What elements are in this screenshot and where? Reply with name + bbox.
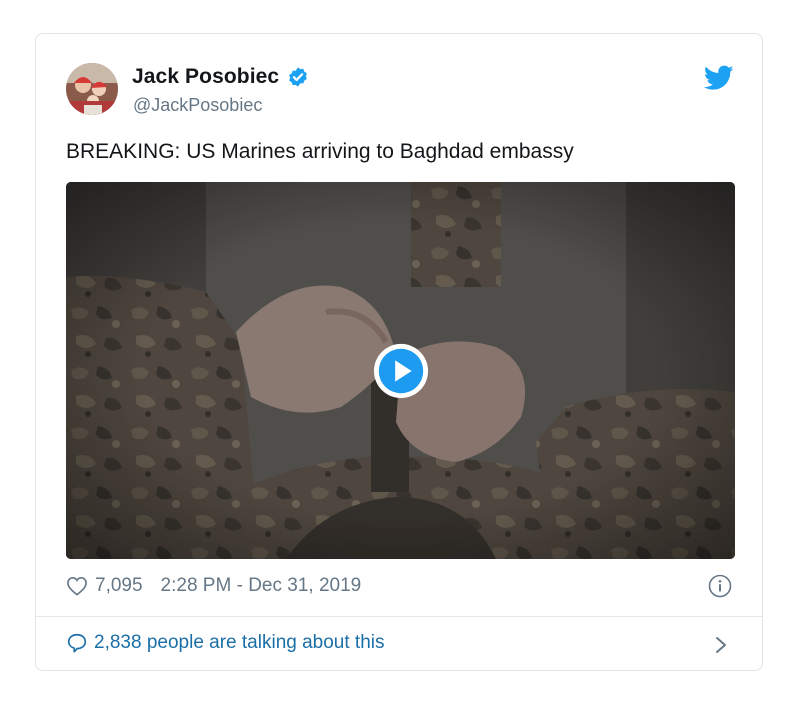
twitter-bird-icon[interactable] <box>704 65 734 91</box>
speech-bubble-icon <box>67 633 87 653</box>
conversation-link[interactable]: 2,838 people are talking about this <box>66 632 385 654</box>
avatar[interactable] <box>66 63 118 115</box>
conversation-label[interactable]: 2,838 people are talking about this <box>94 632 385 654</box>
verified-badge-icon <box>289 67 308 87</box>
author-name[interactable]: Jack Posobiec <box>132 65 279 89</box>
like-count[interactable]: 7,095 <box>95 575 143 597</box>
tweet-timestamp[interactable]: 2:28 PM - Dec 31, 2019 <box>161 575 362 597</box>
info-icon[interactable] <box>708 574 732 598</box>
heart-icon[interactable] <box>66 576 88 596</box>
tweet-text: BREAKING: US Marines arriving to Baghdad… <box>66 140 574 163</box>
video-player[interactable] <box>66 182 735 559</box>
tweet-card[interactable]: Jack Posobiec @JackPosobiec BREAKING: US… <box>35 33 763 671</box>
play-icon[interactable] <box>372 342 430 400</box>
divider <box>36 616 762 617</box>
author-handle[interactable]: @JackPosobiec <box>133 95 262 116</box>
chevron-right-icon[interactable] <box>714 635 728 655</box>
